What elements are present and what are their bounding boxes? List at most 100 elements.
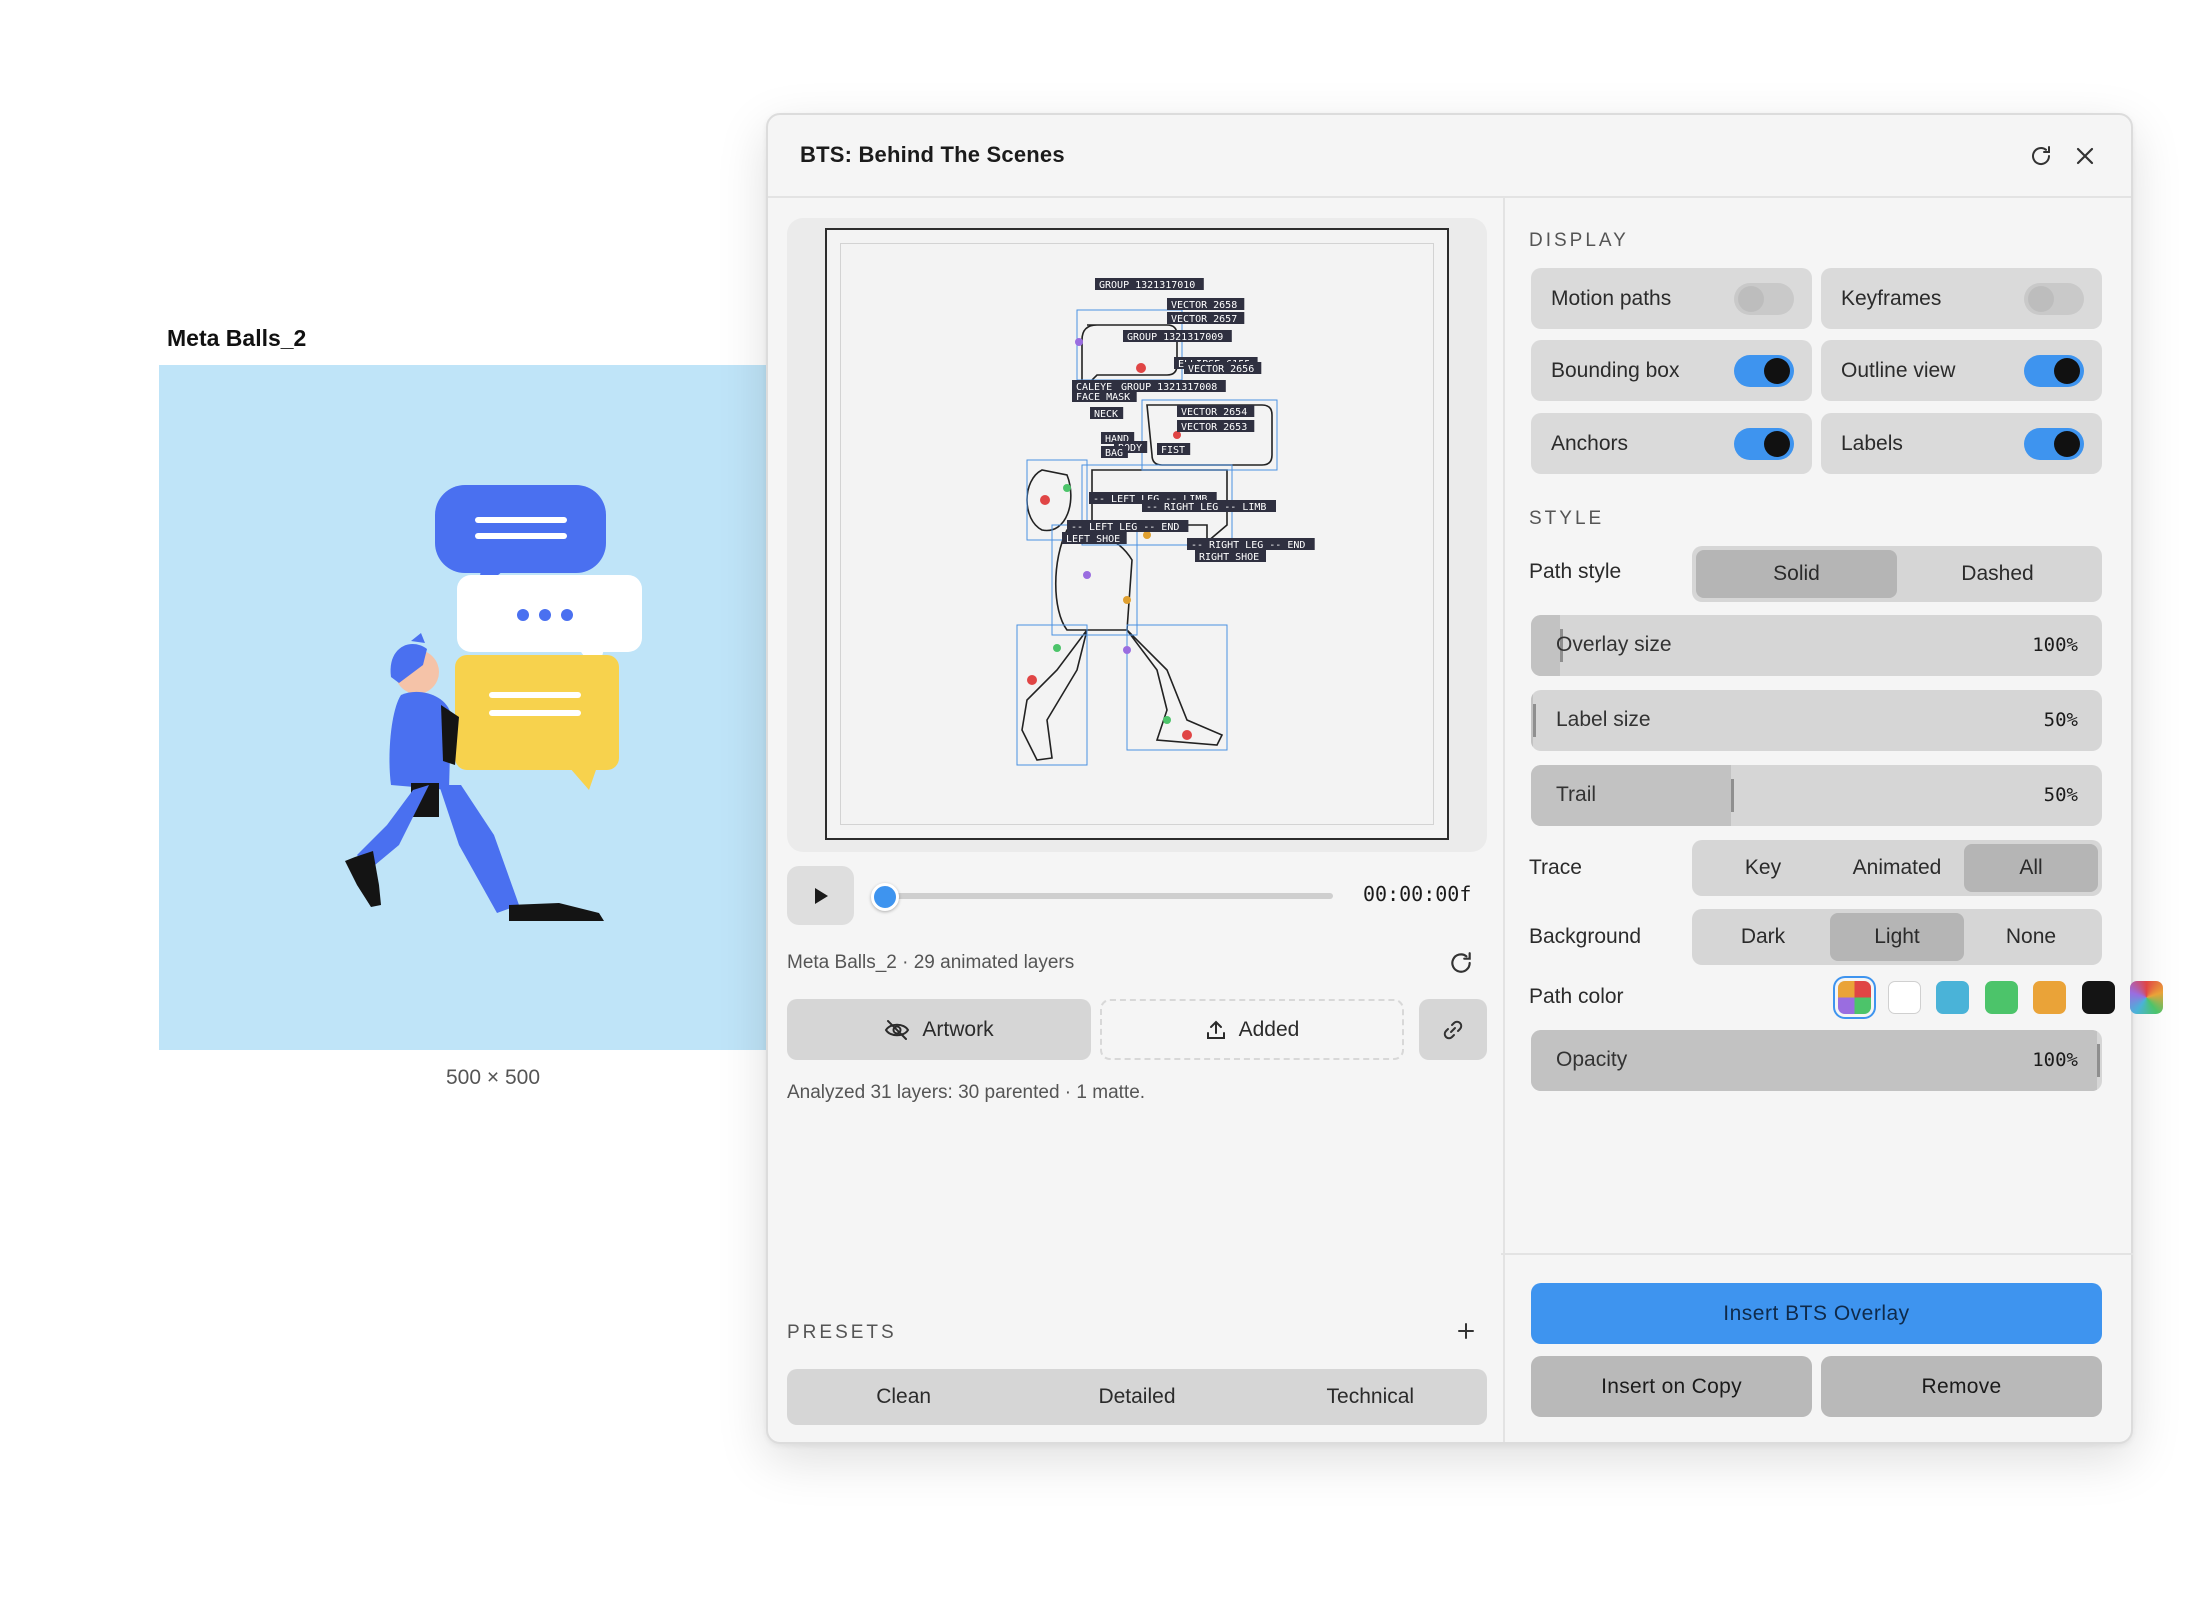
slider-value: 100%	[2032, 634, 2078, 656]
artwork-illustration	[345, 485, 642, 921]
background-label: Background	[1529, 925, 1642, 948]
overlay-label: -- RIGHT LEG -- END	[1191, 540, 1305, 551]
slider-value: 100%	[2032, 1049, 2078, 1071]
toggle-label: Bounding box	[1551, 358, 1680, 382]
overlay-label: -- RIGHT LEG -- LIMB	[1146, 502, 1266, 513]
timeline-scrubber-handle[interactable]	[871, 883, 899, 911]
overlay-label: LEFT SHOE	[1066, 534, 1120, 545]
remove-button[interactable]: Remove	[1821, 1356, 2102, 1417]
toggle-switch[interactable]	[2024, 428, 2084, 460]
analysis-summary: Analyzed 31 layers: 30 parented · 1 matt…	[787, 1082, 1146, 1103]
color-swatch[interactable]	[2033, 981, 2066, 1014]
slider-label: Label size	[1556, 708, 1651, 731]
background-none[interactable]: None	[1964, 913, 2098, 961]
timeline-scrubber-track[interactable]	[878, 893, 1333, 899]
color-swatch[interactable]	[2130, 981, 2163, 1014]
path-style-label: Path style	[1529, 560, 1622, 583]
presets-bar: Clean Detailed Technical	[787, 1369, 1487, 1425]
path-color-label: Path color	[1529, 985, 1624, 1008]
color-swatch[interactable]	[1838, 981, 1871, 1014]
slider-value: 50%	[2043, 709, 2078, 731]
path-style-solid[interactable]: Solid	[1696, 550, 1897, 598]
trace-segmented: Key Animated All	[1692, 840, 2102, 896]
slider-handle[interactable]	[1533, 704, 1536, 737]
overlay-label: GROUP 1321317009	[1127, 332, 1223, 343]
added-label: Added	[1238, 1017, 1300, 1041]
refresh-icon[interactable]	[2022, 137, 2060, 175]
overlay-label: NECK	[1094, 409, 1118, 420]
style-section-label: STYLE	[1529, 508, 1605, 529]
overlay-label: VECTOR 2657	[1171, 314, 1237, 325]
toggle-switch[interactable]	[1734, 428, 1794, 460]
slider-handle[interactable]	[1731, 779, 1734, 812]
insert-on-copy-button[interactable]: Insert on Copy	[1531, 1356, 1812, 1417]
presets-label: PRESETS	[787, 1322, 897, 1343]
opacity-slider[interactable]: Opacity 100%	[1531, 1030, 2102, 1091]
trace-animated[interactable]: Animated	[1830, 844, 1964, 892]
frame-dimensions: 500 × 500	[446, 1066, 541, 1089]
play-button[interactable]	[787, 866, 854, 925]
preview-frame[interactable]: GROUP 1321317010 VECTOR 2658 VECTOR 2657 GR…	[825, 228, 1449, 840]
panel-title: BTS: Behind The Scenes	[800, 142, 1065, 167]
insert-overlay-button[interactable]: Insert BTS Overlay	[1531, 1283, 2102, 1344]
overlay-label: RIGHT SHOE	[1199, 552, 1259, 563]
add-preset-plus-icon[interactable]	[1448, 1313, 1484, 1349]
layers-info: Meta Balls_2 · 29 animated layers	[787, 952, 1075, 973]
link-button[interactable]	[1419, 999, 1487, 1060]
overlay-label: VECTOR 2658	[1171, 300, 1237, 311]
overlay-preview: GROUP 1321317010 VECTOR 2658 VECTOR 2657 GR…	[1016, 278, 1315, 766]
toggle-bounding-box[interactable]: Bounding box	[1531, 340, 1812, 401]
overlay-size-slider[interactable]: Overlay size 100%	[1531, 615, 2102, 676]
preset-technical[interactable]: Technical	[1254, 1369, 1487, 1425]
artwork-label: Artwork	[922, 1017, 994, 1041]
overlay-label: FIST	[1161, 445, 1185, 456]
frame-title[interactable]: Meta Balls_2	[167, 325, 306, 352]
toggle-keyframes[interactable]: Keyframes	[1821, 268, 2102, 329]
artboard[interactable]	[159, 365, 769, 1050]
color-swatch[interactable]	[1985, 981, 2018, 1014]
column-divider	[1503, 198, 1505, 1442]
close-icon[interactable]	[2066, 137, 2104, 175]
toggle-switch[interactable]	[2024, 355, 2084, 387]
toggle-switch[interactable]	[1734, 283, 1794, 315]
toggle-label: Motion paths	[1551, 286, 1672, 310]
slider-value: 50%	[2043, 784, 2078, 806]
preset-detailed[interactable]: Detailed	[1020, 1369, 1253, 1425]
added-button[interactable]: Added	[1100, 999, 1404, 1060]
trace-all[interactable]: All	[1964, 844, 2098, 892]
trail-slider[interactable]: Trail 50%	[1531, 765, 2102, 826]
artwork-toggle-button[interactable]: Artwork	[787, 999, 1091, 1060]
overlay-label: VECTOR 2656	[1188, 364, 1254, 375]
background-dark[interactable]: Dark	[1696, 913, 1830, 961]
toggle-switch[interactable]	[1734, 355, 1794, 387]
toggle-anchors[interactable]: Anchors	[1531, 413, 1812, 474]
background-segmented: Dark Light None	[1692, 909, 2102, 965]
trace-label: Trace	[1529, 856, 1582, 879]
label-size-slider[interactable]: Label size 50%	[1531, 690, 2102, 751]
eye-off-icon	[885, 1019, 910, 1040]
toggle-label: Outline view	[1841, 358, 1956, 382]
toggle-outline-view[interactable]: Outline view	[1821, 340, 2102, 401]
background-light[interactable]: Light	[1830, 913, 1964, 961]
link-icon	[1443, 1020, 1463, 1039]
trace-key[interactable]: Key	[1696, 844, 1830, 892]
slider-handle[interactable]	[2097, 1044, 2100, 1077]
overlay-label: VECTOR 2653	[1181, 422, 1247, 433]
toggle-motion-paths[interactable]: Motion paths	[1531, 268, 1812, 329]
color-swatch[interactable]	[2082, 981, 2115, 1014]
panel-titlebar: BTS: Behind The Scenes	[768, 115, 2131, 198]
toggle-switch[interactable]	[2024, 283, 2084, 315]
path-style-segmented: Solid Dashed	[1692, 546, 2102, 602]
color-swatch[interactable]	[1936, 981, 1969, 1014]
toggle-label: Labels	[1841, 431, 1903, 455]
color-swatch[interactable]	[1888, 981, 1921, 1014]
preset-clean[interactable]: Clean	[787, 1369, 1020, 1425]
reanalyze-refresh-icon[interactable]	[1444, 946, 1478, 980]
path-style-dashed[interactable]: Dashed	[1897, 550, 2098, 598]
overlay-label: GROUP 1321317010	[1099, 280, 1195, 291]
toggle-labels[interactable]: Labels	[1821, 413, 2102, 474]
overlay-label: -- LEFT LEG -- END	[1071, 522, 1179, 533]
slider-label: Opacity	[1556, 1048, 1628, 1071]
footer-divider	[1501, 1253, 2133, 1255]
blue-speech-bubble	[435, 485, 606, 573]
